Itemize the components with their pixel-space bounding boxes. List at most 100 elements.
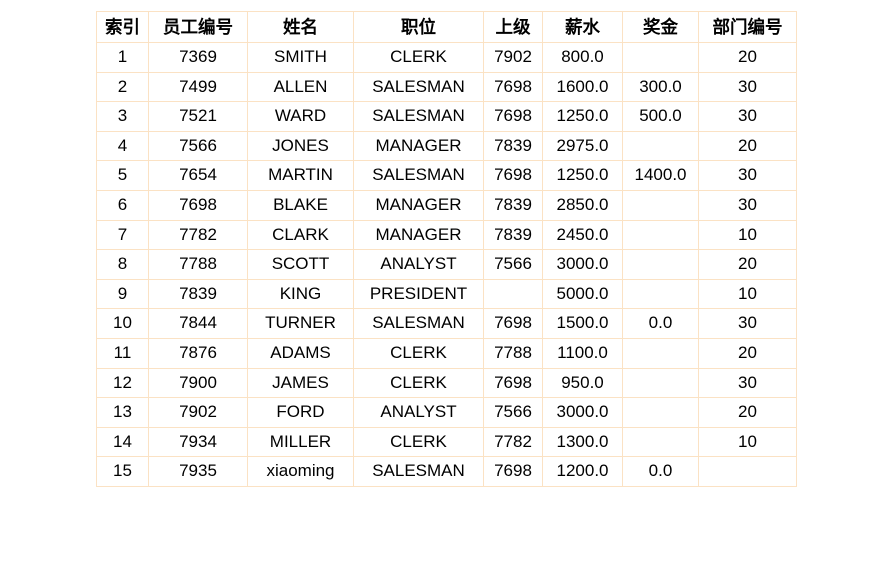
column-header-index[interactable]: 索引: [96, 11, 149, 43]
cell-mgr[interactable]: 7698: [483, 367, 543, 399]
cell-job[interactable]: MANAGER: [353, 130, 484, 162]
cell-mgr[interactable]: 7839: [483, 130, 543, 162]
cell-sal[interactable]: 2975.0: [542, 130, 623, 162]
table-row[interactable]: 7 7782 CLARK MANAGER 7839 2450.0 10: [96, 219, 797, 251]
column-header-comm[interactable]: 奖金: [622, 11, 699, 43]
cell-deptno[interactable]: 30: [698, 308, 797, 339]
cell-job[interactable]: SALESMAN: [353, 101, 484, 132]
cell-job[interactable]: CLERK: [353, 42, 484, 73]
cell-comm[interactable]: [622, 219, 699, 251]
cell-ename[interactable]: CLARK: [247, 219, 354, 251]
cell-empno[interactable]: 7499: [148, 71, 248, 103]
cell-deptno[interactable]: 20: [698, 130, 797, 162]
cell-empno[interactable]: 7844: [148, 308, 248, 339]
cell-deptno[interactable]: 30: [698, 367, 797, 399]
cell-comm[interactable]: 300.0: [622, 71, 699, 103]
table-row[interactable]: 2 7499 ALLEN SALESMAN 7698 1600.0 300.0 30: [96, 71, 797, 103]
cell-ename[interactable]: TURNER: [247, 308, 354, 339]
cell-sal[interactable]: 3000.0: [542, 397, 623, 428]
cell-deptno[interactable]: 20: [698, 42, 797, 73]
cell-sal[interactable]: 1100.0: [542, 337, 623, 369]
cell-empno[interactable]: 7788: [148, 249, 248, 280]
cell-comm[interactable]: [622, 189, 699, 221]
table-row[interactable]: 6 7698 BLAKE MANAGER 7839 2850.0 30: [96, 189, 797, 221]
cell-deptno[interactable]: 10: [698, 278, 797, 310]
cell-ename[interactable]: MILLER: [247, 426, 354, 458]
cell-empno[interactable]: 7369: [148, 42, 248, 73]
cell-deptno[interactable]: 30: [698, 101, 797, 132]
cell-sal[interactable]: 1250.0: [542, 160, 623, 191]
cell-job[interactable]: ANALYST: [353, 249, 484, 280]
cell-ename[interactable]: xiaoming: [247, 456, 354, 487]
cell-empno[interactable]: 7900: [148, 367, 248, 399]
cell-comm[interactable]: 0.0: [622, 308, 699, 339]
cell-index[interactable]: 15: [96, 456, 149, 487]
cell-ename[interactable]: WARD: [247, 101, 354, 132]
cell-ename[interactable]: KING: [247, 278, 354, 310]
cell-index[interactable]: 5: [96, 160, 149, 191]
cell-job[interactable]: MANAGER: [353, 219, 484, 251]
cell-ename[interactable]: ALLEN: [247, 71, 354, 103]
cell-index[interactable]: 6: [96, 189, 149, 221]
table-row[interactable]: 4 7566 JONES MANAGER 7839 2975.0 20: [96, 130, 797, 162]
cell-comm[interactable]: 0.0: [622, 456, 699, 487]
cell-comm[interactable]: [622, 426, 699, 458]
table-row[interactable]: 8 7788 SCOTT ANALYST 7566 3000.0 20: [96, 249, 797, 280]
cell-mgr[interactable]: 7698: [483, 308, 543, 339]
table-row[interactable]: 15 7935 xiaoming SALESMAN 7698 1200.0 0.0: [96, 456, 797, 487]
cell-mgr[interactable]: 7839: [483, 219, 543, 251]
table-row[interactable]: 3 7521 WARD SALESMAN 7698 1250.0 500.0 30: [96, 101, 797, 132]
cell-empno[interactable]: 7698: [148, 189, 248, 221]
table-row[interactable]: 12 7900 JAMES CLERK 7698 950.0 30: [96, 367, 797, 399]
cell-mgr[interactable]: 7839: [483, 189, 543, 221]
cell-empno[interactable]: 7876: [148, 337, 248, 369]
cell-deptno[interactable]: 10: [698, 426, 797, 458]
column-header-sal[interactable]: 薪水: [542, 11, 623, 43]
cell-ename[interactable]: JAMES: [247, 367, 354, 399]
cell-index[interactable]: 12: [96, 367, 149, 399]
cell-job[interactable]: CLERK: [353, 337, 484, 369]
cell-empno[interactable]: 7654: [148, 160, 248, 191]
cell-sal[interactable]: 1200.0: [542, 456, 623, 487]
table-row[interactable]: 9 7839 KING PRESIDENT 5000.0 10: [96, 278, 797, 310]
cell-comm[interactable]: [622, 278, 699, 310]
cell-ename[interactable]: SCOTT: [247, 249, 354, 280]
table-row[interactable]: 11 7876 ADAMS CLERK 7788 1100.0 20: [96, 337, 797, 369]
cell-ename[interactable]: MARTIN: [247, 160, 354, 191]
column-header-mgr[interactable]: 上级: [483, 11, 543, 43]
cell-ename[interactable]: BLAKE: [247, 189, 354, 221]
cell-job[interactable]: MANAGER: [353, 189, 484, 221]
cell-mgr[interactable]: 7698: [483, 456, 543, 487]
table-row[interactable]: 13 7902 FORD ANALYST 7566 3000.0 20: [96, 397, 797, 428]
cell-empno[interactable]: 7839: [148, 278, 248, 310]
table-row[interactable]: 14 7934 MILLER CLERK 7782 1300.0 10: [96, 426, 797, 458]
cell-sal[interactable]: 1600.0: [542, 71, 623, 103]
table-row[interactable]: 10 7844 TURNER SALESMAN 7698 1500.0 0.0 30: [96, 308, 797, 339]
column-header-empno[interactable]: 员工编号: [148, 11, 248, 43]
cell-empno[interactable]: 7902: [148, 397, 248, 428]
cell-index[interactable]: 14: [96, 426, 149, 458]
cell-empno[interactable]: 7934: [148, 426, 248, 458]
cell-comm[interactable]: 1400.0: [622, 160, 699, 191]
cell-index[interactable]: 9: [96, 278, 149, 310]
cell-job[interactable]: SALESMAN: [353, 456, 484, 487]
cell-index[interactable]: 10: [96, 308, 149, 339]
cell-mgr[interactable]: 7566: [483, 397, 543, 428]
cell-deptno[interactable]: 20: [698, 249, 797, 280]
table-row[interactable]: 1 7369 SMITH CLERK 7902 800.0 20: [96, 42, 797, 73]
cell-comm[interactable]: 500.0: [622, 101, 699, 132]
cell-empno[interactable]: 7521: [148, 101, 248, 132]
cell-empno[interactable]: 7566: [148, 130, 248, 162]
cell-mgr[interactable]: 7698: [483, 101, 543, 132]
cell-job[interactable]: SALESMAN: [353, 308, 484, 339]
cell-sal[interactable]: 1250.0: [542, 101, 623, 132]
cell-index[interactable]: 13: [96, 397, 149, 428]
cell-comm[interactable]: [622, 397, 699, 428]
cell-sal[interactable]: 1300.0: [542, 426, 623, 458]
cell-ename[interactable]: SMITH: [247, 42, 354, 73]
cell-sal[interactable]: 5000.0: [542, 278, 623, 310]
cell-sal[interactable]: 2450.0: [542, 219, 623, 251]
cell-deptno[interactable]: 20: [698, 397, 797, 428]
cell-mgr[interactable]: [483, 278, 543, 310]
cell-job[interactable]: PRESIDENT: [353, 278, 484, 310]
